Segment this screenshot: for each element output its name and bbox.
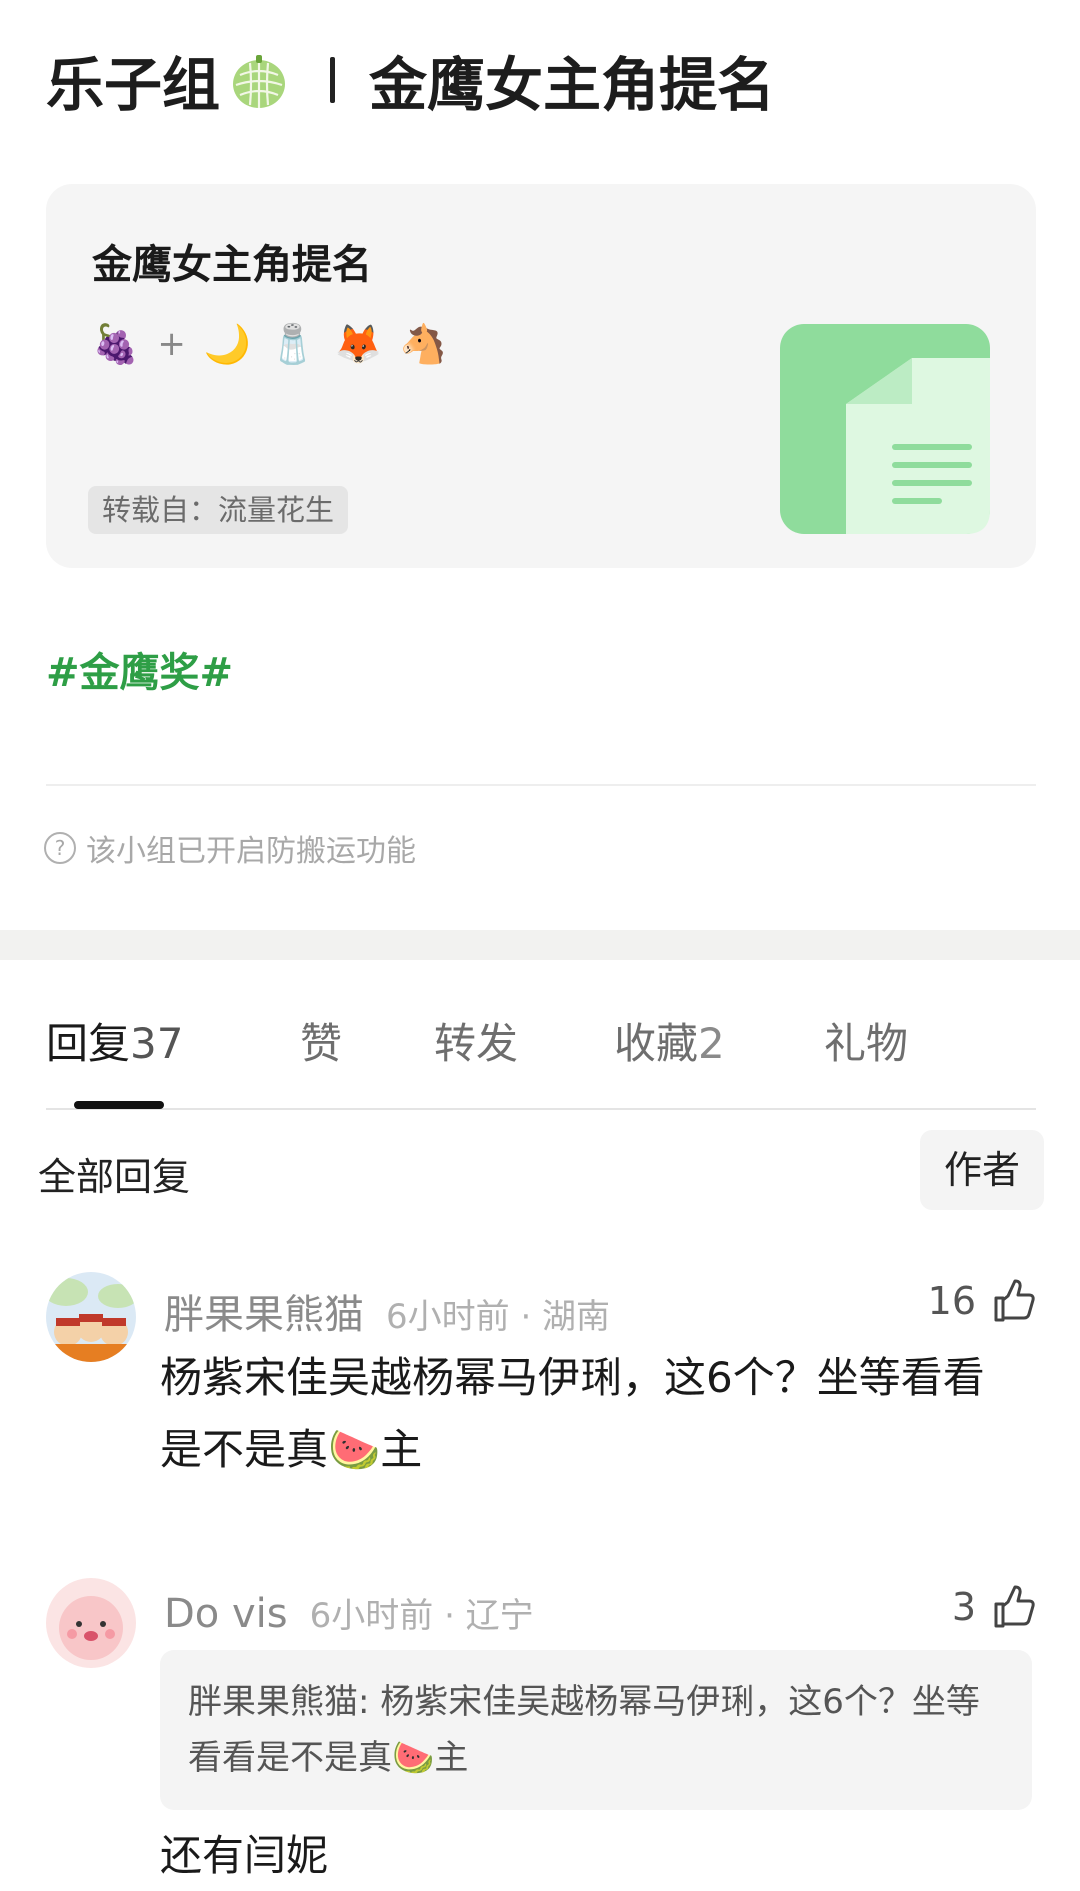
- shared-card[interactable]: 金鹰女主角提名 🍇 + 🌙 🧂 🦊 🐴 转载自：流量花生: [46, 184, 1036, 568]
- avatar[interactable]: [46, 1578, 136, 1668]
- divider: [46, 784, 1036, 786]
- like-button[interactable]: 3: [952, 1584, 1036, 1630]
- comment-meta: Do vis 6小时前 · 辽宁: [164, 1588, 534, 1637]
- all-replies-label[interactable]: 全部回复: [38, 1146, 190, 1201]
- card-title: 金鹰女主角提名: [92, 242, 372, 288]
- repost-source[interactable]: 转载自：流量花生: [88, 486, 349, 534]
- notice-text: 该小组已开启防搬运功能: [86, 834, 416, 869]
- active-tab-indicator: [74, 1101, 164, 1109]
- comment-item: Do vis 6小时前 · 辽宁 3 胖果果熊猫: 杨紫宋佳吴越杨幂马伊琍，这6…: [46, 1578, 1036, 1888]
- section-separator: [0, 930, 1080, 960]
- card-emoji-row: 🍇 + 🌙 🧂 🦊 🐴: [92, 322, 447, 366]
- comment-text: 还有闫妮: [160, 1831, 329, 1880]
- avatar[interactable]: [46, 1272, 136, 1362]
- grapes-icon: 🍇: [92, 322, 140, 366]
- tabs-divider: [46, 1108, 1036, 1110]
- melon-icon: [228, 49, 290, 111]
- like-count: 16: [927, 1279, 976, 1323]
- fox-icon: 🦊: [334, 322, 382, 366]
- tab-replies[interactable]: 回复37: [46, 1010, 300, 1090]
- thumbs-up-icon: [994, 1279, 1035, 1322]
- interaction-tabs: 回复37 赞 转发 收藏2 礼物: [46, 1010, 1036, 1110]
- header-separator: [330, 57, 336, 103]
- quoted-comment[interactable]: 胖果果熊猫: 杨紫宋佳吴越杨幂马伊琍，这6个？坐等看看是不是真🍉主: [160, 1650, 1032, 1810]
- moon-icon: 🌙: [203, 322, 252, 366]
- comment-meta: 胖果果熊猫 6小时前 · 湖南: [164, 1282, 610, 1340]
- comment-item: 胖果果熊猫 6小时前 · 湖南 16 杨紫宋佳吴越杨幂马伊琍，这6个？坐等看看是…: [46, 1272, 1036, 1492]
- post-header: 乐子组 金鹰女主角提名: [46, 40, 775, 120]
- question-icon[interactable]: ?: [44, 832, 76, 864]
- document-icon: [780, 324, 990, 534]
- tab-reposts[interactable]: 转发: [434, 1010, 614, 1090]
- post-title: 金鹰女主角提名: [369, 51, 776, 119]
- thumbs-up-icon: [994, 1585, 1035, 1628]
- plus-sign: +: [157, 324, 186, 364]
- tab-likes[interactable]: 赞: [300, 1010, 434, 1090]
- tab-favorites[interactable]: 收藏2: [614, 1010, 824, 1090]
- comment-text: 杨紫宋佳吴越杨幂马伊琍，这6个？坐等看看是不是真🍉主: [160, 1353, 985, 1474]
- tab-gifts[interactable]: 礼物: [824, 1010, 908, 1090]
- horse-icon: 🐴: [399, 322, 448, 366]
- comment-author[interactable]: Do vis: [164, 1591, 288, 1637]
- anti-repost-notice: ? 该小组已开启防搬运功能: [44, 826, 416, 870]
- like-count: 3: [951, 1585, 976, 1629]
- hashtag-link[interactable]: #金鹰奖#: [46, 640, 233, 698]
- comment-time-location: 6小时前 · 湖南: [386, 1297, 611, 1337]
- salt-icon: 🧂: [269, 322, 317, 366]
- like-button[interactable]: 16: [928, 1278, 1036, 1324]
- comment-author[interactable]: 胖果果熊猫: [164, 1282, 364, 1340]
- author-filter-button[interactable]: 作者: [920, 1130, 1044, 1210]
- comment-time-location: 6小时前 · 辽宁: [309, 1596, 534, 1636]
- group-name[interactable]: 乐子组: [46, 38, 220, 122]
